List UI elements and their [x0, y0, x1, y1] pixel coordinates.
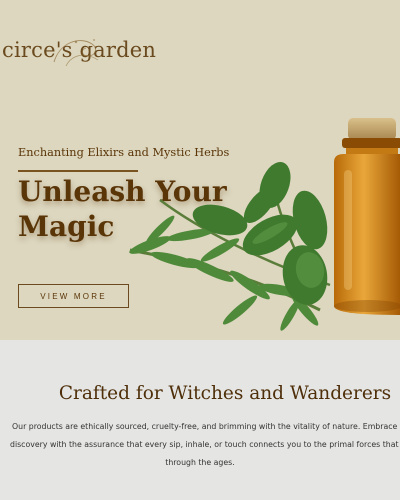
view-more-button[interactable]: VIEW MORE	[18, 284, 129, 308]
section-body: Our products are ethically sourced, crue…	[0, 418, 400, 472]
section-title: Crafted for Witches and Wanderers	[58, 383, 392, 404]
logo-swirl-icon	[53, 39, 99, 67]
section-body-line-2: discovery with the assurance that every …	[10, 440, 400, 449]
brand-logo[interactable]: circe's garden	[2, 38, 156, 67]
rosemary-herb-icon	[129, 161, 331, 331]
hero-section: circe's garden Enchanting Elixirs and My…	[0, 0, 400, 340]
oil-bottle-icon	[334, 118, 400, 315]
section-body-line-1: Our products are ethically sourced, crue…	[12, 422, 400, 431]
section-body-line-3: through the ages.	[165, 458, 235, 467]
about-section: Crafted for Witches and Wanderers Our pr…	[0, 340, 400, 500]
hero-product-image	[129, 118, 400, 331]
